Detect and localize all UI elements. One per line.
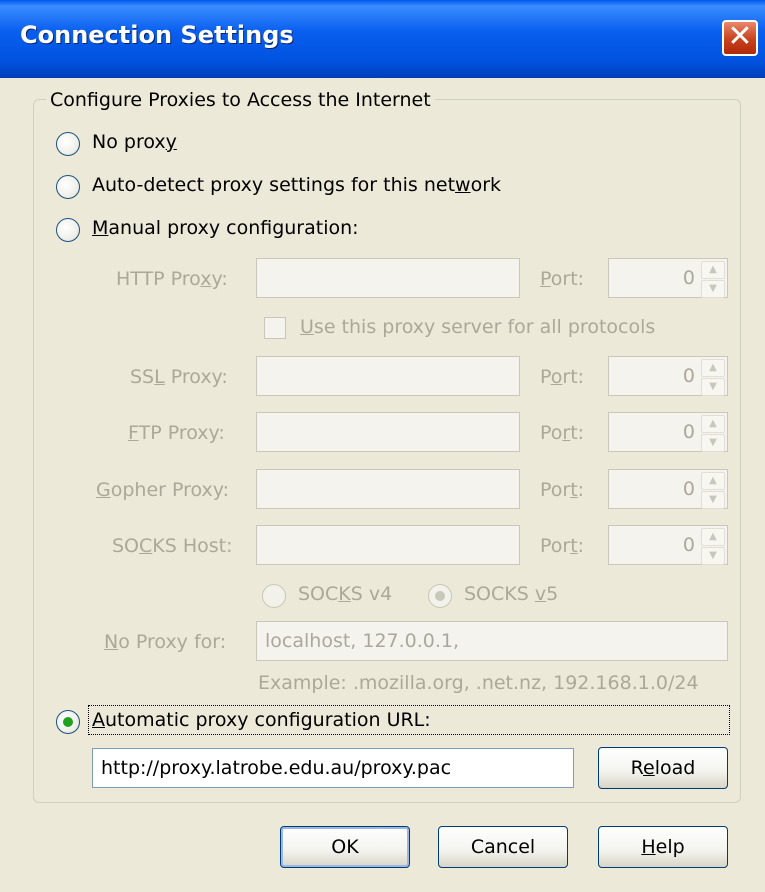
no-proxy-label[interactable]: No proxy	[92, 131, 177, 153]
ftp-port-spinner[interactable]: 0 ▲ ▼	[608, 412, 728, 452]
spin-down-icon[interactable]: ▼	[701, 491, 725, 509]
socks-host-input[interactable]	[256, 525, 520, 565]
ssl-port-value: 0	[682, 365, 695, 387]
http-port-spinner[interactable]: 0 ▲ ▼	[608, 258, 728, 298]
ftp-port-label: Port:	[540, 422, 585, 444]
spin-down-icon[interactable]: ▼	[701, 280, 725, 298]
socks-v4-label: SOCKS v4	[298, 583, 393, 605]
socks-port-label: Port:	[540, 535, 585, 557]
socks-v5-label: SOCKS v5	[464, 583, 559, 605]
gopher-proxy-label: Gopher Proxy:	[96, 479, 230, 501]
title-bar[interactable]: Connection Settings ✕	[0, 0, 765, 78]
reload-button[interactable]: Reload	[598, 747, 728, 789]
socks-host-label: SOCKS Host:	[112, 535, 233, 557]
spin-up-icon[interactable]: ▲	[701, 415, 725, 433]
cancel-button[interactable]: Cancel	[438, 826, 568, 868]
gopher-port-label: Port:	[540, 479, 585, 501]
socks-port-spinner[interactable]: 0 ▲ ▼	[608, 525, 728, 565]
ssl-proxy-label: SSL Proxy:	[130, 366, 228, 388]
ftp-proxy-label: FTP Proxy:	[128, 422, 225, 444]
auto-detect-label[interactable]: Auto-detect proxy settings for this netw…	[92, 174, 501, 196]
group-label: Configure Proxies to Access the Internet	[46, 89, 435, 111]
ssl-proxy-input[interactable]	[256, 356, 520, 396]
gopher-port-spinner[interactable]: 0 ▲ ▼	[608, 469, 728, 509]
spin-down-icon[interactable]: ▼	[701, 434, 725, 452]
gopher-proxy-input[interactable]	[256, 469, 520, 509]
no-proxy-example: Example: .mozilla.org, .net.nz, 192.168.…	[258, 672, 699, 694]
spin-up-icon[interactable]: ▲	[701, 261, 725, 279]
ok-button[interactable]: OK	[280, 826, 410, 868]
use-all-protocols-label: Use this proxy server for all protocols	[300, 316, 656, 338]
no-proxy-for-input[interactable]: localhost, 127.0.0.1,	[256, 621, 728, 661]
close-icon[interactable]: ✕	[722, 20, 758, 56]
http-port-value: 0	[682, 267, 695, 289]
no-proxy-for-label: No Proxy for:	[104, 631, 227, 653]
spin-down-icon[interactable]: ▼	[701, 547, 725, 565]
ftp-port-value: 0	[682, 421, 695, 443]
auto-detect-radio[interactable]	[56, 175, 80, 199]
ftp-proxy-input[interactable]	[256, 412, 520, 452]
manual-proxy-label[interactable]: Manual proxy configuration:	[92, 217, 359, 239]
auto-proxy-url-radio[interactable]	[56, 710, 80, 734]
http-port-label: Port:	[540, 268, 585, 290]
dialog-title: Connection Settings	[20, 21, 294, 49]
ssl-port-spinner[interactable]: 0 ▲ ▼	[608, 356, 728, 396]
no-proxy-radio[interactable]	[56, 132, 80, 156]
spin-up-icon[interactable]: ▲	[701, 359, 725, 377]
gopher-port-value: 0	[682, 478, 695, 500]
use-all-protocols-checkbox[interactable]	[264, 317, 286, 339]
auto-proxy-url-label[interactable]: Automatic proxy configuration URL:	[92, 709, 431, 731]
socks-v5-radio[interactable]	[428, 584, 452, 608]
spin-up-icon[interactable]: ▲	[701, 472, 725, 490]
http-proxy-input[interactable]	[256, 258, 520, 298]
proxy-url-input[interactable]: http://proxy.latrobe.edu.au/proxy.pac	[92, 748, 574, 788]
socks-port-value: 0	[682, 534, 695, 556]
ssl-port-label: Port:	[540, 366, 585, 388]
http-proxy-label: HTTP Proxy:	[116, 268, 228, 290]
spin-up-icon[interactable]: ▲	[701, 528, 725, 546]
spin-down-icon[interactable]: ▼	[701, 378, 725, 396]
manual-proxy-radio[interactable]	[56, 218, 80, 242]
socks-v4-radio[interactable]	[262, 584, 286, 608]
help-button[interactable]: Help	[598, 826, 728, 868]
